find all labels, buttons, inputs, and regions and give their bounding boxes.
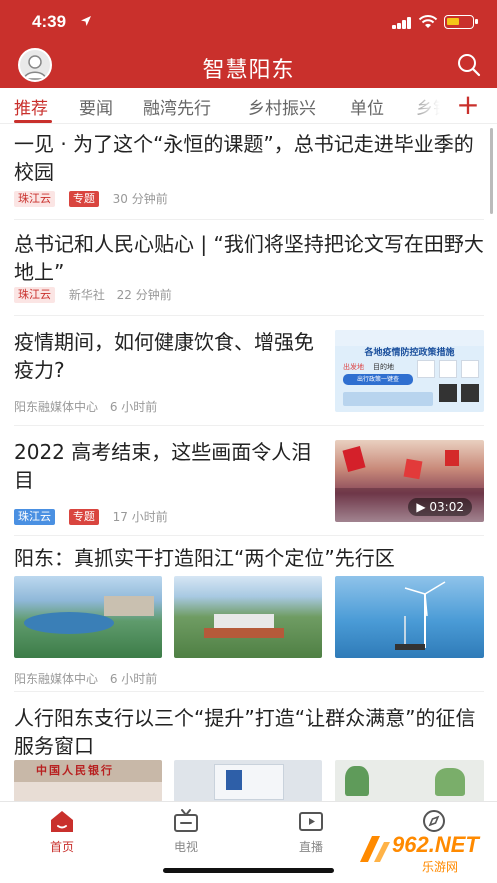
tab-units[interactable]: 单位 — [350, 94, 384, 119]
source-tag: 珠江云 — [14, 508, 55, 525]
article-thumbnail — [174, 576, 322, 658]
home-indicator[interactable] — [163, 868, 334, 873]
nav-tv[interactable]: 电视 — [156, 808, 216, 855]
site-watermark: 962.NET 乐游网 — [352, 826, 492, 874]
scrollbar[interactable] — [490, 128, 493, 214]
source-tag: 珠江云 — [14, 190, 55, 207]
tab-rural[interactable]: 乡村振兴 — [248, 94, 316, 119]
search-icon[interactable] — [456, 52, 482, 78]
tv-icon — [174, 809, 198, 832]
headline: 人行阳东支行以三个“提升”打造“让群众满意”的征信服务窗口 — [14, 706, 476, 758]
page-title: 智慧阳东 — [202, 58, 295, 83]
list-item[interactable]: 2022 高考结束，这些画面令人泪目 珠江云 专题 17 小时前 ▶ 03:02 — [14, 438, 484, 536]
article-thumbnail — [335, 576, 484, 658]
thumbnail-title: 各地疫情防控政策措施 — [364, 348, 455, 358]
active-tab-indicator — [14, 120, 52, 123]
thumbnail-button: 出行政策一键查 — [343, 374, 413, 385]
video-thumbnail[interactable]: ▶ 03:02 — [335, 440, 484, 522]
status-bar: 4:39 — [0, 0, 497, 44]
headline: 一见 · 为了这个“永恒的课题”，总书记走进毕业季的校园 — [14, 132, 474, 184]
add-channel-icon[interactable]: + — [456, 91, 480, 119]
video-duration: ▶ 03:02 — [408, 498, 472, 516]
timestamp: 6 小时前 — [109, 672, 158, 686]
headline: 2022 高考结束，这些画面令人泪目 — [14, 440, 312, 492]
tab-recommend[interactable]: 推荐 — [14, 94, 48, 119]
live-icon — [299, 812, 323, 831]
nav-live[interactable]: 直播 — [281, 808, 341, 855]
topic-tag: 专题 — [68, 508, 99, 525]
list-item[interactable]: 阳东：真抓实干打造阳江“两个定位”先行区 阳东融媒体中心 6 小时前 — [14, 544, 484, 692]
timestamp: 30 分钟前 — [112, 192, 168, 206]
timestamp: 22 分钟前 — [116, 288, 172, 302]
app-header: 智慧阳东 — [0, 44, 497, 88]
article-thumbnail — [335, 760, 484, 802]
list-item[interactable]: 一见 · 为了这个“永恒的课题”，总书记走进毕业季的校园 珠江云 专题 30 分… — [14, 130, 484, 220]
play-icon: ▶ — [416, 500, 430, 514]
tab-bay-area[interactable]: 融湾先行 — [143, 94, 211, 119]
article-thumbnail — [14, 576, 162, 658]
thumbnail-text: 中国人民银行 — [36, 764, 114, 777]
battery-icon — [444, 15, 478, 29]
wifi-icon — [418, 15, 438, 28]
timestamp: 6 小时前 — [109, 400, 158, 414]
nav-home[interactable]: 首页 — [32, 808, 92, 855]
list-item[interactable]: 总书记和人民心贴心 | “我们将坚持把论文写在田野大地上” 珠江云 新华社 22… — [14, 230, 484, 316]
article-thumbnail: 中国人民银行 — [14, 760, 162, 802]
headline: 疫情期间，如何健康饮食、增强免疫力? — [14, 330, 314, 382]
timestamp: 17 小时前 — [112, 510, 168, 524]
tab-news[interactable]: 要闻 — [79, 94, 113, 119]
list-item[interactable]: 疫情期间，如何健康饮食、增强免疫力? 阳东融媒体中心 6 小时前 各地疫情防控政… — [14, 328, 484, 426]
status-time: 4:39 — [32, 12, 67, 31]
watermark-text: 962.NET — [392, 832, 479, 857]
cellular-signal-icon — [392, 17, 414, 29]
source-tag: 珠江云 — [14, 286, 55, 303]
article-thumbnail: 各地疫情防控政策措施 出发地 目的地 出行政策一键查 — [335, 330, 484, 412]
source: 阳东融媒体中心 — [14, 400, 99, 414]
topic-tag: 专题 — [68, 190, 99, 207]
source: 新华社 — [68, 288, 105, 302]
list-item[interactable]: 人行阳东支行以三个“提升”打造“让群众满意”的征信服务窗口 中国人民银行 — [14, 704, 484, 802]
thumbnail-to: 目的地 — [373, 363, 394, 371]
watermark-logo-icon — [360, 836, 390, 862]
article-thumbnail — [174, 760, 322, 802]
watermark-subtext: 乐游网 — [422, 860, 459, 874]
home-icon — [51, 811, 73, 832]
headline: 总书记和人民心贴心 | “我们将坚持把论文写在田野大地上” — [14, 232, 484, 284]
channel-tabs: 推荐 要闻 融湾先行 乡村振兴 单位 乡镇 + — [0, 88, 497, 124]
headline: 阳东：真抓实干打造阳江“两个定位”先行区 — [14, 546, 395, 570]
thumbnail-from: 出发地 — [343, 363, 364, 371]
source: 阳东融媒体中心 — [14, 672, 99, 686]
location-arrow-icon — [81, 16, 91, 26]
